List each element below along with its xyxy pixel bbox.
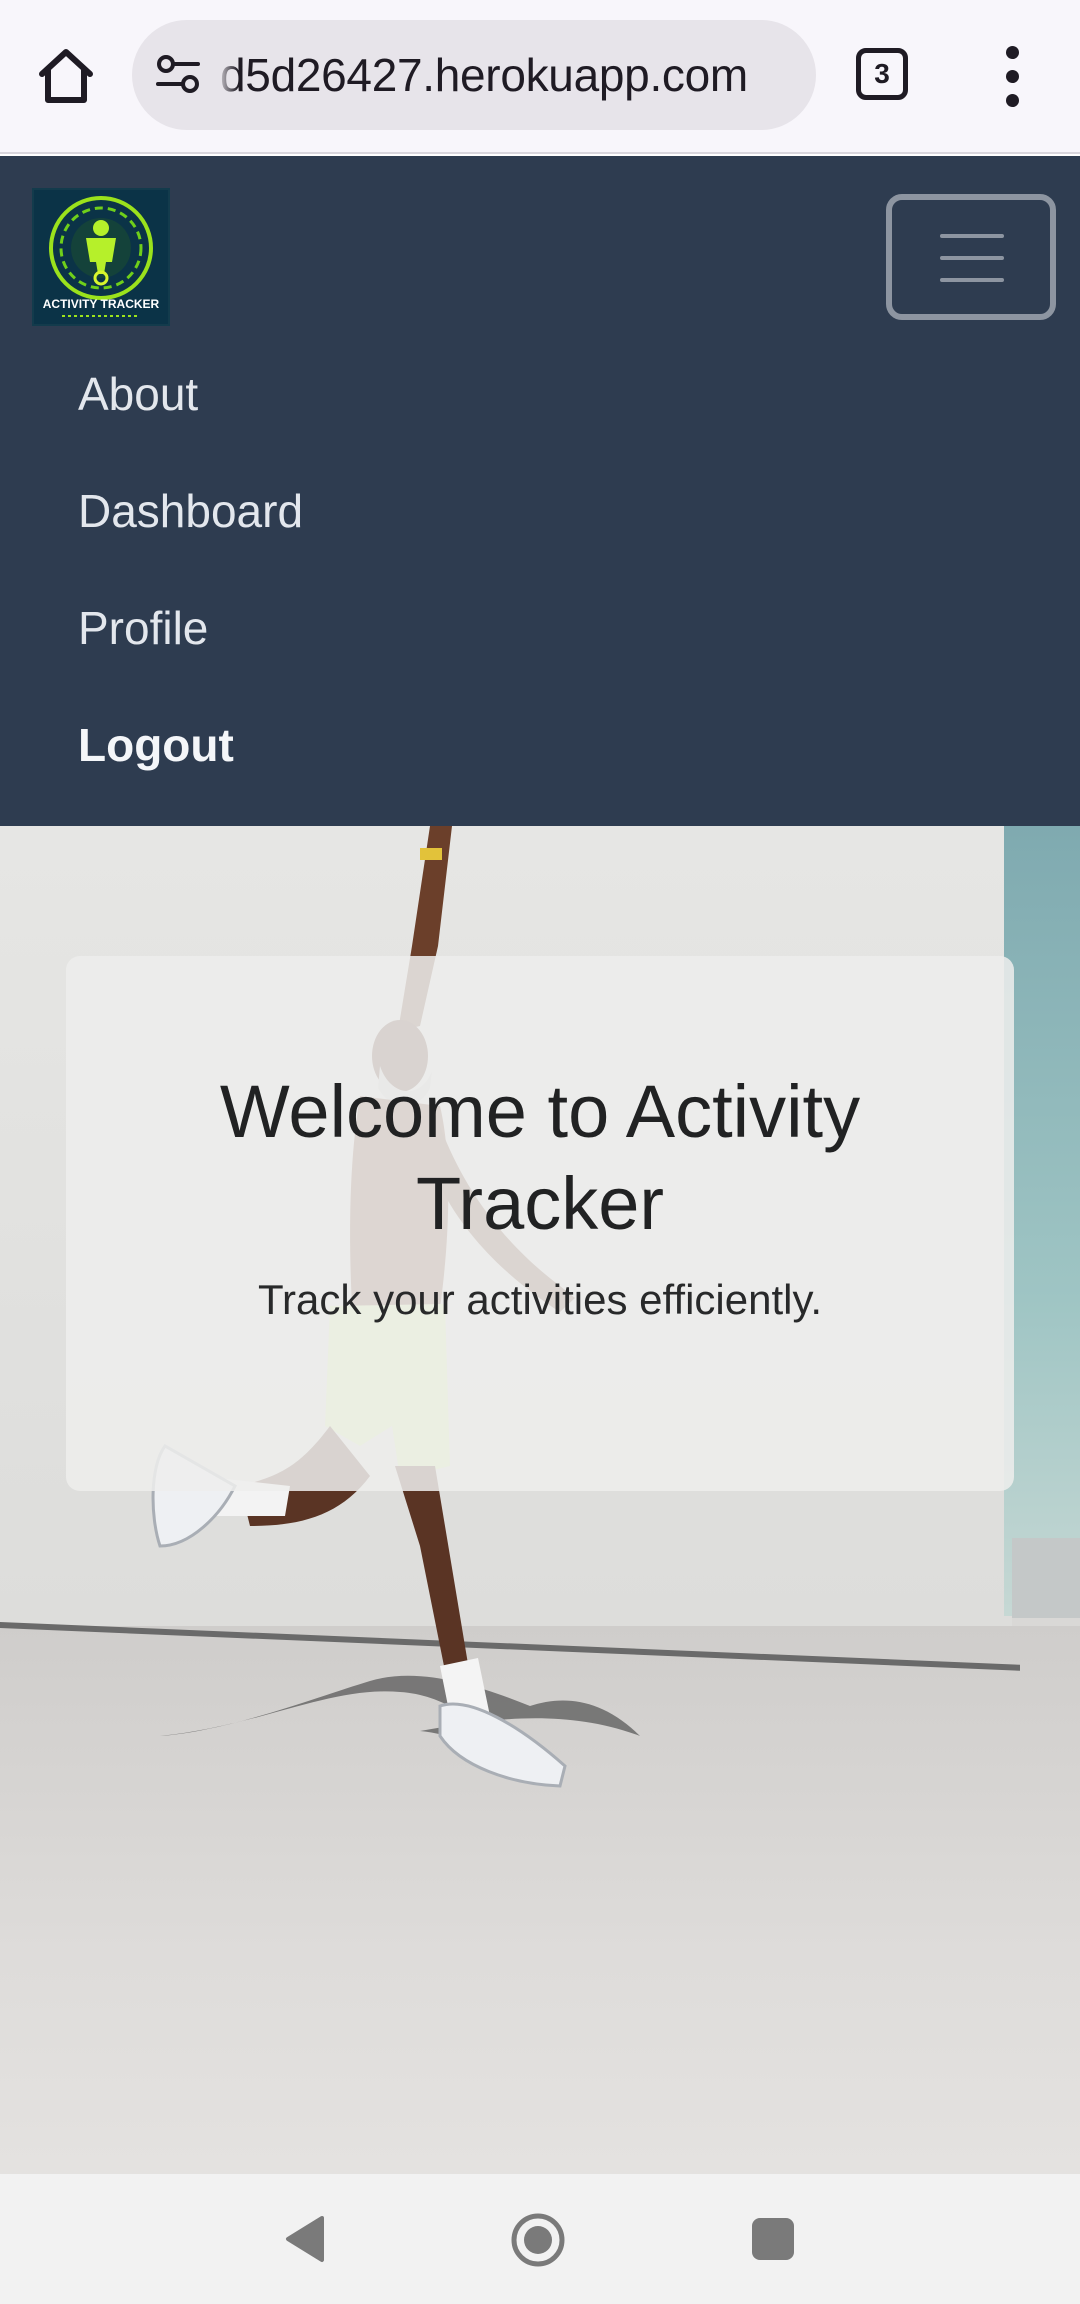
more-vert-icon[interactable] [990,46,1036,107]
recents-icon[interactable] [752,2218,794,2260]
back-icon[interactable] [282,2214,326,2264]
nav-link-logout[interactable]: Logout [78,687,303,804]
system-navigation-bar [0,2174,1080,2304]
url-fade [216,20,238,130]
logo-text: ACTIVITY TRACKER [43,297,160,311]
nav-link-profile[interactable]: Profile [78,570,303,687]
home-icon[interactable] [34,44,98,108]
tab-switcher-icon[interactable]: 3 [856,48,908,100]
browser-toolbar: d5d26427.herokuapp.com 3 [0,0,1080,154]
home-circle-icon[interactable] [510,2212,566,2268]
url-text[interactable]: d5d26427.herokuapp.com [220,20,748,130]
nav-link-dashboard[interactable]: Dashboard [78,453,303,570]
page-subtitle: Track your activities efficiently. [257,1276,823,1323]
navbar-toggler-button[interactable] [886,194,1056,320]
nav-link-about[interactable]: About [78,336,303,453]
site-info-icon[interactable] [154,53,204,97]
brand-logo[interactable]: ACTIVITY TRACKER [32,188,170,326]
page-title: Welcome to Activity Tracker [219,1070,861,1245]
address-bar[interactable]: d5d26427.herokuapp.com [132,20,816,130]
welcome-card: Welcome to Activity Tracker Track your a… [66,956,1014,1491]
navbar: ACTIVITY TRACKER About Dashboard Profile… [0,156,1080,826]
nav-menu: About Dashboard Profile Logout [78,336,303,804]
